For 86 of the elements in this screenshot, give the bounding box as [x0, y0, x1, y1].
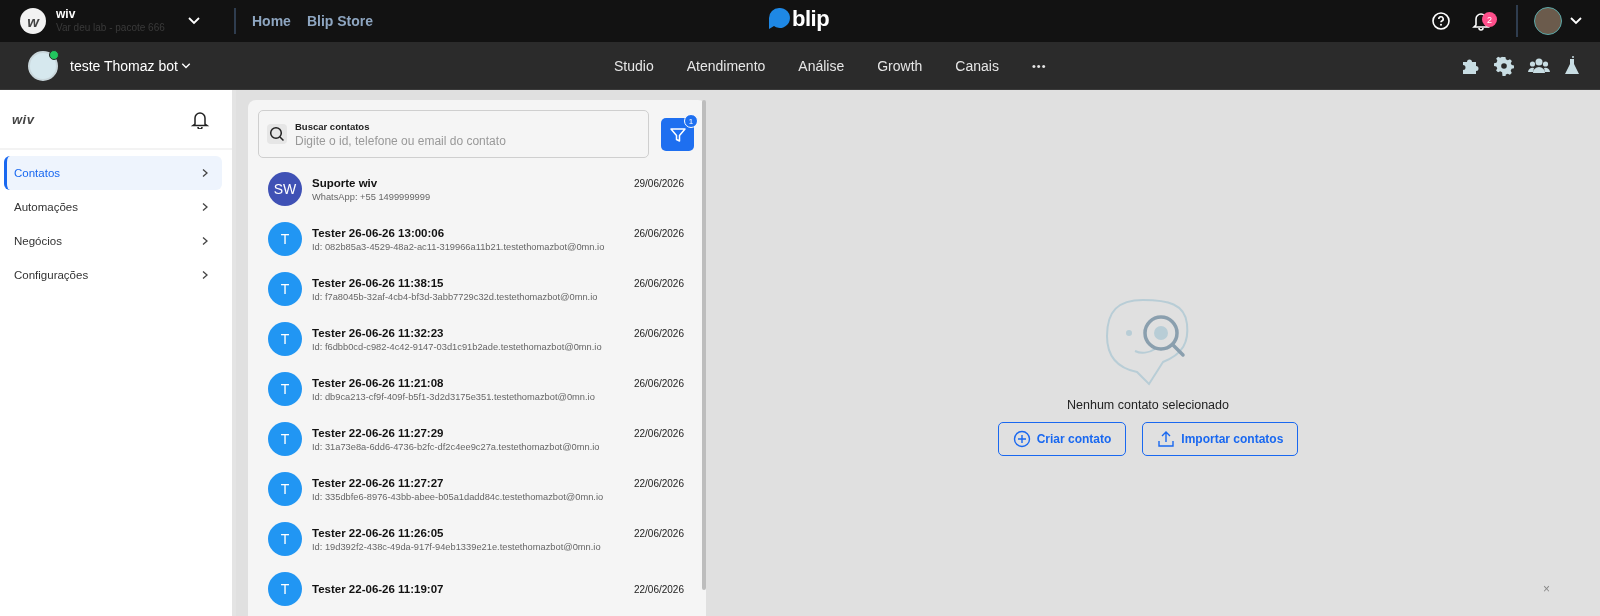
- chevron-right-icon: [200, 236, 210, 246]
- contact-name: Tester 22-06-26 11:26:05: [312, 526, 444, 539]
- contact-name: Suporte wiv: [312, 176, 378, 189]
- contact-date: 26/06/2026: [633, 327, 684, 339]
- contact-detail: Id: 335dbfe6-8976-43bb-abee-b05a1dadd84c.testethomazbot@0mn.io: [312, 491, 605, 502]
- contact-detail: Id: 19d392f2-438c-49da-917f-94eb1339e21e.testethomazbot@0mn.io: [312, 541, 602, 552]
- search-icon: [269, 126, 285, 142]
- contact-row[interactable]: T Tester 22-06-26 11:19:07 22/06/2026: [258, 564, 694, 614]
- contact-date: 26/06/2026: [633, 277, 684, 289]
- contact-date: 22/06/2026: [633, 427, 684, 439]
- contact-row[interactable]: T Tester 22-06-26 11:26:05 22/06/2026 Id: 19d392f2-438c-49da-917f-94eb1339e21e.testethomazbot@0mn.io: [258, 514, 694, 564]
- chevron-right-icon: [200, 168, 210, 178]
- nav-link[interactable]: Home: [252, 13, 291, 29]
- contact-date: 26/06/2026: [633, 377, 684, 389]
- flask-icon[interactable]: [1564, 55, 1580, 76]
- brand-logo: blip: [792, 6, 830, 32]
- contact-date: 22/06/2026: [633, 584, 684, 595]
- user-avatar[interactable]: [1534, 7, 1562, 35]
- contact-date: 22/06/2026: [633, 477, 684, 489]
- sidebar-item[interactable]: Contatos: [4, 156, 222, 190]
- contact-avatar: T: [268, 522, 302, 556]
- contact-avatar: T: [268, 422, 302, 456]
- contact-row[interactable]: T Tester 22-06-26 11:27:27 22/06/2026 Id: 335dbfe6-8976-43bb-abee-b05a1dadd84c.testethomazbot@0mn.io: [258, 464, 694, 514]
- search-field[interactable]: Buscar contatos Digite o id, telefone ou email do contato: [258, 110, 649, 158]
- contact-name: Tester 22-06-26 11:27:29: [312, 426, 444, 439]
- contact-row[interactable]: T Tester 26-06-26 11:38:15 26/06/2026 Id: f7a8045b-32af-4cb4-bf3d-3abb7729c32d.testethomazbot@0mn.io: [258, 264, 694, 314]
- contact-date: 26/06/2026: [633, 227, 684, 239]
- help-icon[interactable]: [1432, 12, 1450, 30]
- scrollbar[interactable]: [702, 100, 706, 590]
- settings-icon[interactable]: [1494, 55, 1514, 76]
- filter-count-badge: 1: [684, 114, 698, 128]
- filter-button[interactable]: [661, 118, 694, 151]
- sidebar-logo: wiv: [12, 111, 35, 127]
- logo-text: w: [27, 12, 39, 30]
- contact-name: Tester 22-06-26 11:19:07: [312, 583, 444, 595]
- upload-icon: [1157, 430, 1176, 448]
- create-button[interactable]: Criar contato: [997, 422, 1127, 456]
- contact-avatar: T: [268, 572, 302, 606]
- bell-icon[interactable]: [1472, 11, 1490, 31]
- notification-badge: 2: [1482, 12, 1497, 27]
- chevron-right-icon: [200, 202, 210, 212]
- empty-state-message: Nenhum contato selecionado: [1067, 398, 1229, 412]
- bot-selector[interactable]: teste Thomaz bot: [70, 57, 192, 74]
- chat-bubble-icon: [768, 7, 790, 31]
- plus-circle-icon: [1012, 430, 1031, 448]
- account-name: wiv: [56, 8, 77, 21]
- nav-tab[interactable]: Análise: [798, 57, 845, 74]
- contact-detail: Id: db9ca213-cf9f-409f-b5f1-3d2d3175e351.testethomazbot@0mn.io: [312, 391, 596, 402]
- contact-avatar: SW: [268, 172, 302, 206]
- contact-row[interactable]: SW Suporte wiv 29/06/2026 WhatsApp: +55 1499999999: [258, 164, 694, 214]
- nav-tab[interactable]: Canais: [955, 57, 999, 74]
- sidebar-item[interactable]: Configurações: [4, 258, 222, 292]
- contact-row[interactable]: T Tester 22-06-26 11:27:29 22/06/2026 Id: 31a73e8a-6dd6-4736-b2fc-df2c4ee9c27a.testethomazbot@0mn.io: [258, 414, 694, 464]
- nav-tab[interactable]: Growth: [877, 57, 923, 74]
- contact-avatar: T: [268, 322, 302, 356]
- contact-avatar: T: [268, 222, 302, 256]
- nav-tab[interactable]: Atendimento: [686, 57, 766, 74]
- search-input[interactable]: Digite o id, telefone ou email do contato: [295, 131, 640, 148]
- contact-name: Tester 26-06-26 13:00:06: [312, 226, 445, 239]
- contact-row[interactable]: T Tester 26-06-26 11:21:08 26/06/2026 Id: db9ca213-cf9f-409f-b5f1-3d2d3175e351.testethomazbot@0mn.io: [258, 364, 694, 414]
- more-button[interactable]: •••: [1031, 59, 1047, 72]
- contact-detail: Id: f7a8045b-32af-4cb4-bf3d-3abb7729c32d.testethomazbot@0mn.io: [312, 291, 599, 302]
- sidebar-item[interactable]: Negócios: [4, 224, 222, 258]
- contact-detail: Id: 31a73e8a-6dd6-4736-b2fc-df2c4ee9c27a.testethomazbot@0mn.io: [312, 441, 601, 452]
- contact-name: Tester 26-06-26 11:21:08: [312, 376, 444, 389]
- bell-icon[interactable]: [190, 109, 210, 129]
- contact-date: 29/06/2026: [633, 177, 684, 189]
- contact-avatar: T: [268, 372, 302, 406]
- search-label: Buscar contatos: [295, 120, 371, 132]
- chevron-right-icon: [200, 270, 210, 280]
- nav-link[interactable]: Blip Store: [306, 13, 374, 29]
- contact-avatar: T: [268, 472, 302, 506]
- nav-tab[interactable]: Studio: [614, 57, 654, 74]
- contact-name: Tester 22-06-26 11:27:27: [312, 476, 444, 489]
- contact-avatar: T: [268, 272, 302, 306]
- funnel-icon: [668, 125, 687, 144]
- contact-detail: Id: 082b85a3-4529-48a2-ac11-319966a11b21.testethomazbot@0mn.io: [312, 241, 606, 252]
- contact-name: Tester 26-06-26 11:38:15: [312, 276, 444, 289]
- contact-name: Tester 26-06-26 11:32:23: [312, 326, 444, 339]
- contact-detail: WhatsApp: +55 1499999999: [312, 191, 432, 202]
- contact-row[interactable]: T Tester 26-06-26 11:32:23 26/06/2026 Id: f6dbb0cd-c982-4c42-9147-03d1c91b2ade.testethomazbot@0mn.io: [258, 314, 694, 364]
- contact-detail: Id: f6dbb0cd-c982-4c42-9147-03d1c91b2ade.testethomazbot@0mn.io: [312, 341, 603, 352]
- contact-row[interactable]: T Tester 26-06-26 13:00:06 26/06/2026 Id: 082b85a3-4529-48a2-ac11-319966a11b21.testethomazbot@0mn.io: [258, 214, 694, 264]
- sidebar-item[interactable]: Automações: [4, 190, 222, 224]
- contact-date: 22/06/2026: [633, 527, 684, 539]
- import-button[interactable]: Importar contatos: [1142, 422, 1299, 456]
